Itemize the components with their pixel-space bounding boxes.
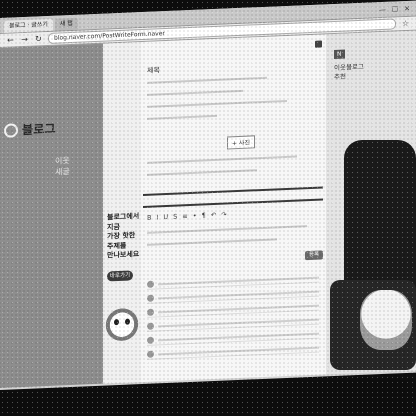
maximize-icon[interactable]: ☐: [392, 2, 398, 16]
italic-icon[interactable]: I: [156, 213, 158, 221]
undo-icon[interactable]: ↶: [211, 211, 216, 219]
brand-badge: N: [334, 49, 345, 60]
avatar: [147, 322, 154, 330]
star-icon[interactable]: ☆: [401, 19, 410, 28]
subtitle-line[interactable]: 이웃: [55, 155, 70, 167]
promo-button[interactable]: 바로가기: [107, 270, 133, 282]
bold-icon[interactable]: B: [147, 214, 151, 222]
align-icon[interactable]: ≡: [182, 212, 187, 220]
promo-line: 만나보세요: [107, 250, 140, 260]
logo-icon: [4, 122, 18, 138]
text-line: [147, 99, 287, 108]
promo-text: 블로그에서 지금 가장 핫한 주제를 만나보세요: [107, 212, 139, 261]
paragraph-icon[interactable]: ¶: [202, 211, 206, 219]
post-editor: 제목 + 사진 B I U S ≡ • ¶ ↶ ↷ 등록: [141, 34, 326, 383]
minimize-icon[interactable]: —: [379, 3, 386, 17]
comment-text-placeholder: [158, 276, 319, 285]
underline-icon[interactable]: U: [163, 213, 168, 221]
editor-menu-icon[interactable]: [315, 40, 322, 48]
format-toolbar: B I U S ≡ • ¶ ↶ ↷: [147, 211, 227, 222]
text-line: [147, 76, 267, 84]
section-divider: [143, 186, 323, 197]
plush-toy: [360, 290, 412, 350]
taskbar-clock[interactable]: 오후 3:42: [380, 376, 416, 386]
close-icon[interactable]: ✕: [404, 2, 410, 16]
left-subtitle: 이웃 새글: [55, 155, 70, 178]
forward-icon[interactable]: →: [20, 35, 29, 44]
avatar: [147, 336, 154, 344]
promo-line: 블로그에서: [107, 212, 140, 222]
redo-icon[interactable]: ↷: [221, 211, 226, 219]
sidebar-line[interactable]: 이웃블로그: [334, 63, 364, 73]
sidebar-text: 이웃블로그 추천: [334, 63, 364, 82]
window-controls: — ☐ ✕: [379, 2, 416, 18]
text-line: [147, 238, 277, 246]
comment-text-placeholder: [158, 332, 319, 341]
promo-column: 블로그에서 지금 가장 핫한 주제를 만나보세요 바로가기: [103, 42, 142, 384]
text-line: [147, 155, 297, 164]
left-blog-panel: 블로그 이웃 새글: [0, 43, 103, 389]
mascot-character-image: [104, 304, 140, 342]
comment-text-placeholder: [158, 318, 319, 327]
avatar: [147, 294, 154, 302]
sidebar-line[interactable]: 추천: [334, 72, 364, 82]
bullet-icon[interactable]: •: [193, 212, 197, 220]
section-divider: [143, 198, 323, 209]
promo-line: 가장 핫한: [107, 231, 136, 241]
browser-tab[interactable]: 새 탭: [54, 17, 78, 31]
text-line: [147, 169, 257, 176]
avatar: [147, 350, 154, 358]
comment-text-placeholder: [158, 304, 319, 313]
blog-title: 블로그: [22, 121, 56, 138]
avatar: [147, 308, 154, 316]
comment-row[interactable]: [147, 342, 319, 360]
submit-button[interactable]: 등록: [305, 250, 323, 261]
text-line: [147, 225, 307, 234]
avatar: [147, 280, 154, 288]
comment-text-placeholder: [158, 290, 319, 299]
mascot-eye: [125, 318, 130, 325]
insert-photo-button[interactable]: + 사진: [227, 135, 255, 150]
mascot-eye: [114, 319, 119, 326]
blog-logo[interactable]: 블로그: [4, 120, 56, 139]
title-input[interactable]: 제목: [147, 65, 160, 76]
text-line: [147, 114, 217, 120]
browser-tab-active[interactable]: 블로그 · 글쓰기: [4, 18, 53, 33]
strike-icon[interactable]: S: [173, 213, 177, 221]
back-icon[interactable]: ←: [6, 35, 15, 44]
refresh-icon[interactable]: ↻: [34, 34, 43, 43]
comment-text-placeholder: [158, 346, 319, 355]
subtitle-line[interactable]: 새글: [55, 166, 70, 178]
text-line: [147, 89, 243, 96]
